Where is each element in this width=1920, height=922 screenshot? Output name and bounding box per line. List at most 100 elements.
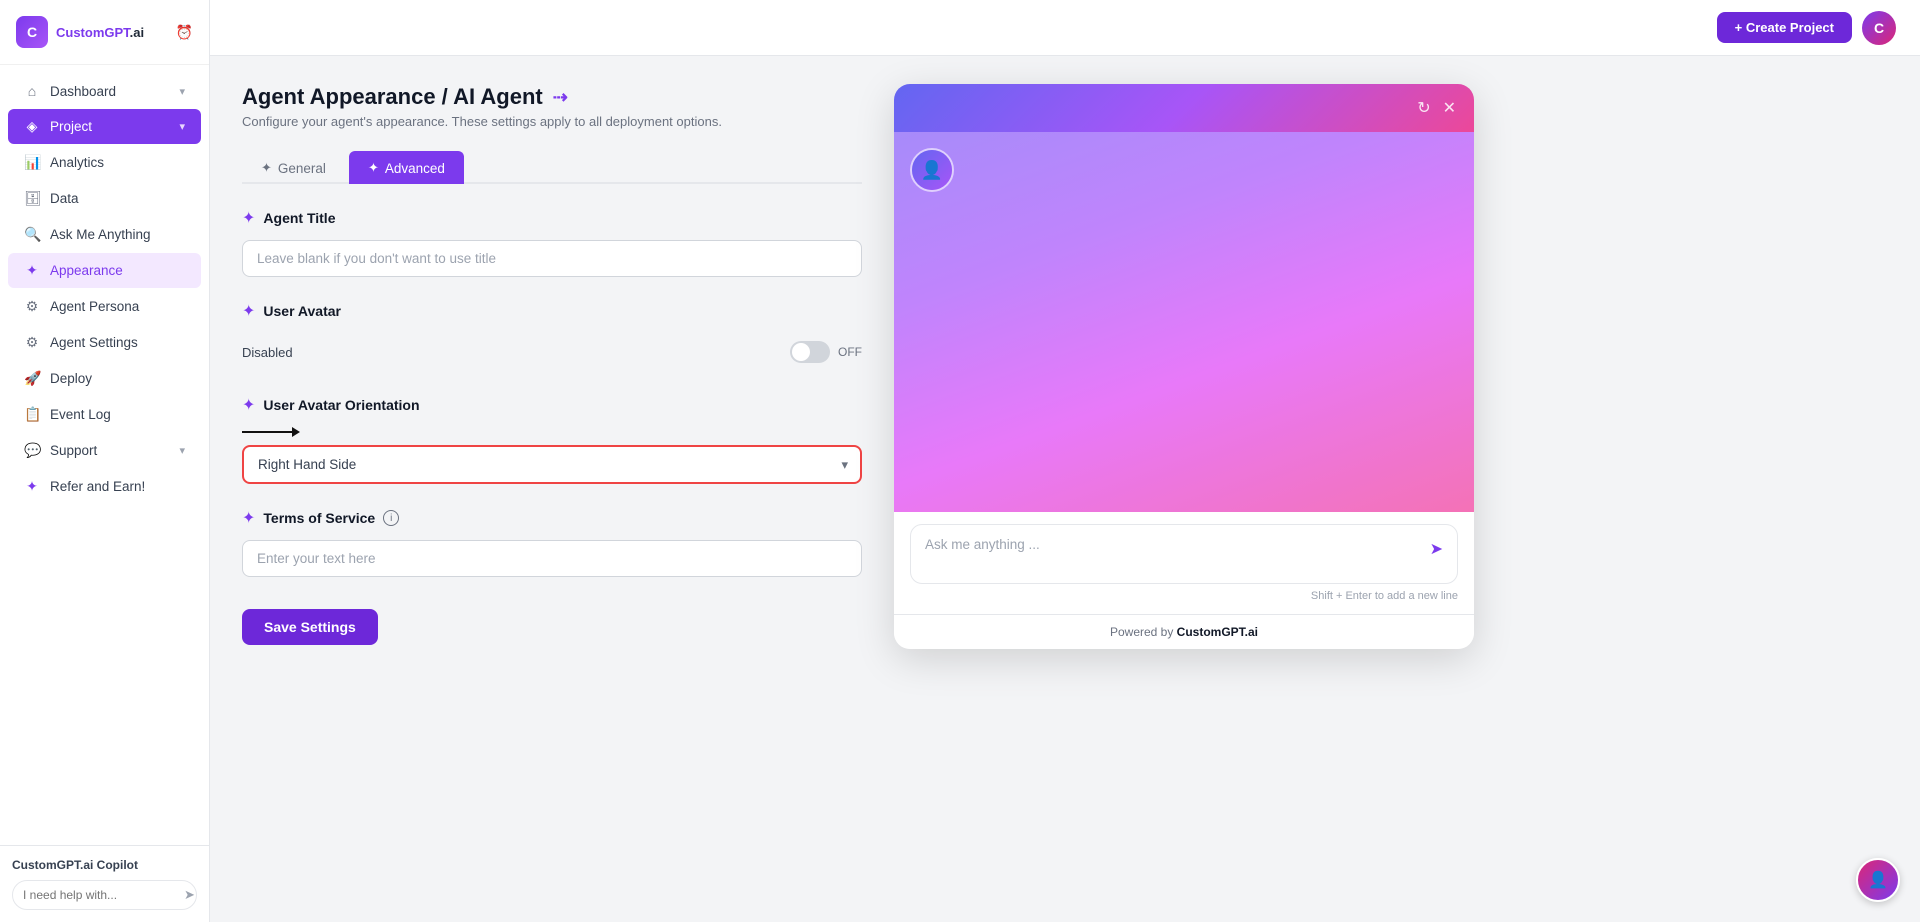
- bottom-avatar[interactable]: 👤: [1856, 858, 1900, 902]
- terms-of-service-section: ✦ Terms of Service i: [242, 508, 862, 577]
- toggle-wrap: OFF: [790, 341, 862, 363]
- sparkle-icon: ✦: [242, 395, 255, 415]
- sidebar-item-event-log[interactable]: 📋 Event Log: [8, 397, 201, 432]
- chevron-down-icon: ▾: [179, 120, 185, 133]
- deploy-icon: 🚀: [24, 370, 40, 387]
- chat-powered-by: Powered by CustomGPT.ai: [894, 614, 1474, 649]
- chevron-down-icon: ▾: [179, 85, 185, 98]
- left-panel: Agent Appearance / AI Agent ⇢ Configure …: [242, 84, 862, 894]
- tab-advanced-icon: ✦: [368, 160, 379, 176]
- refresh-icon[interactable]: ↻: [1417, 98, 1430, 118]
- sidebar-item-deploy[interactable]: 🚀 Deploy: [8, 361, 201, 396]
- logo-text: CustomGPT.ai: [56, 25, 144, 40]
- toggle-label: Disabled: [242, 345, 293, 360]
- tab-advanced-label: Advanced: [385, 161, 445, 176]
- sidebar-item-support[interactable]: 💬 Support ▾: [8, 433, 201, 468]
- chat-preview: ↻ ✕ 👤 Ask me anything ... ➤ Shift + Ente…: [894, 84, 1474, 649]
- section-title: Terms of Service: [263, 510, 375, 526]
- content-area: Agent Appearance / AI Agent ⇢ Configure …: [210, 56, 1920, 922]
- sidebar-logo: C CustomGPT.ai ⏰: [0, 0, 209, 65]
- log-icon: 📋: [24, 406, 40, 423]
- agent-title-input[interactable]: [242, 240, 862, 277]
- tab-general-icon: ✦: [261, 160, 272, 176]
- toggle-slider: [790, 341, 830, 363]
- sidebar-item-label: Data: [50, 191, 79, 206]
- tab-advanced[interactable]: ✦ Advanced: [349, 151, 464, 184]
- toggle-row: Disabled OFF: [242, 333, 862, 371]
- toggle-off-label: OFF: [838, 345, 862, 359]
- save-settings-button[interactable]: Save Settings: [242, 609, 378, 645]
- persona-icon: ⚙: [24, 298, 40, 315]
- sparkle-icon: ✦: [242, 301, 255, 321]
- copilot-input-wrap[interactable]: ➤: [12, 880, 197, 910]
- dashboard-icon: ⌂: [24, 83, 40, 99]
- tabs: ✦ General ✦ Advanced: [242, 149, 862, 184]
- user-avatar-orientation-section: ✦ User Avatar Orientation Left Hand Side…: [242, 395, 862, 484]
- settings-icon: ⚙: [24, 334, 40, 351]
- sidebar-item-appearance[interactable]: ✦ Appearance: [8, 253, 201, 288]
- terms-of-service-input[interactable]: [242, 540, 862, 577]
- copilot-title: CustomGPT.ai Copilot: [12, 858, 197, 872]
- chat-input-area: Ask me anything ... ➤: [910, 524, 1458, 584]
- support-icon: 💬: [24, 442, 40, 459]
- sidebar-item-label: Agent Settings: [50, 335, 138, 350]
- page-title: Agent Appearance / AI Agent ⇢: [242, 84, 862, 110]
- section-header: ✦ Agent Title: [242, 208, 862, 228]
- right-panel: ↻ ✕ 👤 Ask me anything ... ➤ Shift + Ente…: [894, 84, 1474, 894]
- sidebar-item-label: Agent Persona: [50, 299, 139, 314]
- sidebar-item-project[interactable]: ◈ Project ▾: [8, 109, 201, 144]
- avatar-image: 👤: [912, 150, 952, 190]
- page-subtitle: Configure your agent's appearance. These…: [242, 114, 862, 129]
- copilot-send-icon[interactable]: ➤: [184, 887, 195, 903]
- sidebar-item-label: Event Log: [50, 407, 111, 422]
- copilot-input[interactable]: [23, 888, 178, 902]
- sidebar-item-label: Project: [50, 119, 92, 134]
- sidebar-item-label: Refer and Earn!: [50, 479, 145, 494]
- section-title: Agent Title: [263, 210, 335, 226]
- chat-preview-body: 👤: [894, 132, 1474, 512]
- chevron-down-icon: ▾: [179, 444, 185, 457]
- sidebar-item-agent-settings[interactable]: ⚙ Agent Settings: [8, 325, 201, 360]
- sidebar-item-label: Deploy: [50, 371, 92, 386]
- sidebar-nav: ⌂ Dashboard ▾ ◈ Project ▾ 📊 Analytics 🗄 …: [0, 65, 209, 845]
- chat-send-icon[interactable]: ➤: [1430, 539, 1443, 559]
- tab-general-label: General: [278, 161, 326, 176]
- main-area: + Create Project C Agent Appearance / AI…: [210, 0, 1920, 922]
- agent-title-section: ✦ Agent Title: [242, 208, 862, 277]
- sidebar-item-data[interactable]: 🗄 Data: [8, 181, 201, 216]
- create-project-button[interactable]: + Create Project: [1717, 12, 1852, 43]
- appearance-icon: ✦: [24, 262, 40, 279]
- sparkle-icon: ✦: [242, 508, 255, 528]
- chat-preview-header: ↻ ✕: [894, 84, 1474, 132]
- sidebar-item-label: Ask Me Anything: [50, 227, 151, 242]
- chat-hint: Shift + Enter to add a new line: [910, 590, 1458, 602]
- tab-general[interactable]: ✦ General: [242, 151, 345, 184]
- sidebar-item-refer-earn[interactable]: ✦ Refer and Earn!: [8, 469, 201, 504]
- user-avatar-section: ✦ User Avatar Disabled OFF: [242, 301, 862, 371]
- copilot-section: CustomGPT.ai Copilot ➤: [0, 845, 209, 922]
- project-icon: ◈: [24, 118, 40, 135]
- topbar-avatar[interactable]: C: [1862, 11, 1896, 45]
- page-title-text: Agent Appearance / AI Agent: [242, 84, 543, 110]
- info-icon[interactable]: i: [383, 510, 399, 526]
- chat-input-placeholder: Ask me anything ...: [925, 537, 1430, 552]
- close-icon[interactable]: ✕: [1443, 98, 1456, 118]
- sidebar-item-label: Support: [50, 443, 97, 458]
- sidebar: C CustomGPT.ai ⏰ ⌂ Dashboard ▾ ◈ Project…: [0, 0, 210, 922]
- sidebar-item-analytics[interactable]: 📊 Analytics: [8, 145, 201, 180]
- topbar: + Create Project C: [210, 0, 1920, 56]
- refer-icon: ✦: [24, 478, 40, 495]
- orientation-select[interactable]: Left Hand Side Right Hand Side: [242, 445, 862, 484]
- sidebar-item-dashboard[interactable]: ⌂ Dashboard ▾: [8, 74, 201, 108]
- orientation-select-wrap: Left Hand Side Right Hand Side ▾: [242, 445, 862, 484]
- section-title: User Avatar: [263, 303, 341, 319]
- chat-agent-avatar: 👤: [910, 148, 954, 192]
- share-icon[interactable]: ⇢: [553, 87, 568, 108]
- user-avatar-toggle[interactable]: [790, 341, 830, 363]
- sidebar-item-label: Dashboard: [50, 84, 116, 99]
- sparkle-icon: ✦: [242, 208, 255, 228]
- sidebar-item-agent-persona[interactable]: ⚙ Agent Persona: [8, 289, 201, 324]
- sidebar-item-ask-me-anything[interactable]: 🔍 Ask Me Anything: [8, 217, 201, 252]
- sidebar-item-label: Analytics: [50, 155, 104, 170]
- analytics-icon: 📊: [24, 154, 40, 171]
